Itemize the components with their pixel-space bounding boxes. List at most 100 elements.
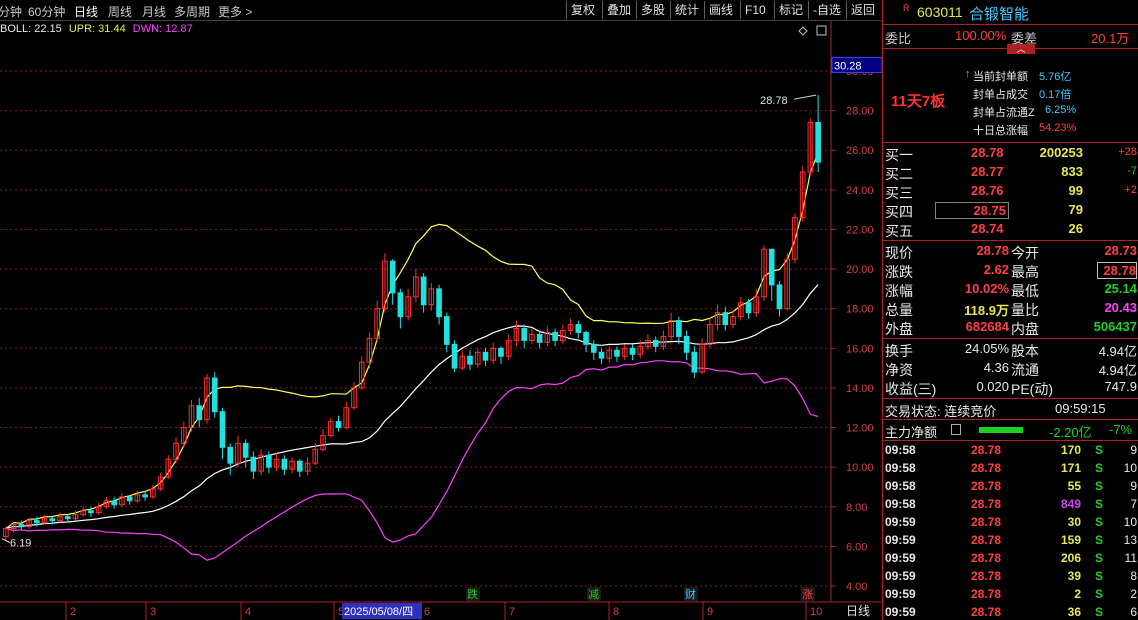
- quote-label: 最高: [1011, 264, 1039, 280]
- back-button[interactable]: 返回: [846, 1, 882, 19]
- selected-date-label: 2025/05/08/四: [344, 606, 413, 618]
- quote-label: 量比: [1011, 302, 1039, 318]
- candle-body: [196, 405, 203, 421]
- kline-chart[interactable]: 30.0028.0026.0024.0022.0020.0018.0016.00…: [0, 21, 882, 620]
- quote-value: 28.78: [976, 243, 1009, 258]
- tick-num: 11: [1124, 551, 1137, 565]
- tick-side: S: [1095, 515, 1104, 529]
- bid-label: 买二: [885, 166, 913, 182]
- bid-volume: 200253: [1039, 145, 1083, 160]
- tick-side: S: [1095, 551, 1104, 565]
- f10-button[interactable]: F10: [740, 1, 774, 19]
- high-label: 28.78: [760, 95, 788, 107]
- candle-body: [397, 292, 404, 318]
- tick-side: S: [1095, 569, 1104, 583]
- candle-body: [536, 333, 543, 343]
- bid-change: +28: [1118, 146, 1137, 158]
- tick-num: 8: [1130, 569, 1137, 583]
- tick-side: S: [1095, 461, 1104, 475]
- quote-value: 682684: [965, 319, 1009, 334]
- stats-button[interactable]: 统计: [670, 1, 704, 19]
- quote-label: 涨跌: [885, 264, 913, 280]
- candle-body: [652, 339, 659, 347]
- quote-label: 外盘: [885, 321, 913, 337]
- tick-num: 10: [1123, 461, 1137, 475]
- bid-label: 买四: [885, 204, 913, 220]
- bid-price[interactable]: 28.74: [971, 221, 1004, 236]
- price-tick-label: 14.00: [846, 383, 874, 395]
- overlay-button[interactable]: 叠加: [602, 1, 636, 19]
- draw-line-button[interactable]: 画线: [704, 1, 740, 19]
- period-more[interactable]: 更多 >: [218, 3, 252, 20]
- event-marker: 涨: [802, 588, 813, 601]
- period-minute[interactable]: 分钟: [0, 3, 22, 20]
- price-axis: 30.0028.0026.0024.0022.0020.0018.0016.00…: [831, 56, 882, 593]
- tick-price: 28.78: [971, 587, 1002, 601]
- quote-value: 506437: [1093, 319, 1137, 334]
- multi-stock-button[interactable]: 多股: [636, 1, 670, 19]
- tick-time: 09:59: [885, 551, 916, 565]
- bid-price[interactable]: 28.78: [971, 145, 1004, 160]
- mark-button[interactable]: 标记: [774, 1, 808, 19]
- weibi-value: 100.00%: [955, 28, 1007, 43]
- tick-side: S: [1095, 587, 1104, 601]
- tick-price: 28.78: [971, 461, 1002, 475]
- tick-price: 28.78: [971, 479, 1002, 493]
- period-daily[interactable]: 日线: [74, 3, 98, 20]
- bid-price[interactable]: 28.75: [935, 202, 1009, 219]
- high-pointer: [794, 94, 817, 100]
- stock-name[interactable]: 合锻智能: [969, 3, 1029, 24]
- tick-price: 28.78: [971, 569, 1002, 583]
- upr-line: [5, 152, 819, 530]
- candle-body: [614, 349, 620, 357]
- bid-volume: 79: [1068, 202, 1083, 217]
- bid-label: 买三: [885, 185, 913, 201]
- candle-body: [297, 460, 303, 472]
- tick-num: 9: [1130, 443, 1137, 457]
- tick-time: 09:59: [885, 605, 916, 619]
- watchlist-button[interactable]: -自选: [808, 1, 846, 19]
- price-tick-label: 24.00: [846, 185, 874, 197]
- tick-side: S: [1095, 605, 1104, 619]
- period-60min[interactable]: 60分钟: [28, 3, 65, 20]
- candle-body: [227, 446, 234, 464]
- candle-body: [335, 421, 342, 429]
- bid-volume: 833: [1061, 164, 1083, 179]
- quote-label: 现价: [885, 245, 913, 261]
- seal-label-3: 十日总涨幅: [973, 125, 1028, 137]
- tick-volume: 36: [1067, 605, 1081, 619]
- period-monthly[interactable]: 月线: [142, 3, 166, 20]
- tick-time: 09:59: [885, 587, 916, 601]
- date-tick-label: 10: [810, 606, 822, 618]
- price-tick-label: 22.00: [846, 224, 874, 236]
- tick-volume: 170: [1060, 443, 1081, 457]
- tick-time: 09:58: [885, 497, 916, 511]
- arrow-up-icon: ↑: [965, 68, 971, 80]
- fund-label: PE(动): [1011, 381, 1053, 397]
- candle-body: [451, 343, 458, 369]
- fuquan-button[interactable]: 复权: [566, 1, 602, 19]
- fund-label: 股本: [1011, 343, 1039, 359]
- period-weekly[interactable]: 周线: [108, 3, 132, 20]
- bid-label: 买五: [885, 223, 913, 239]
- price-tick-label: 20.00: [846, 264, 874, 276]
- collapse-icon[interactable]: ︿: [1007, 44, 1035, 54]
- event-marker: 跌: [467, 587, 478, 601]
- candle-body: [266, 454, 272, 468]
- tick-volume: 39: [1067, 569, 1081, 583]
- list-icon[interactable]: [951, 424, 961, 435]
- bid-volume: 26: [1068, 221, 1083, 236]
- candle-body: [18, 524, 25, 528]
- tick-price: 28.78: [971, 443, 1002, 457]
- period-multi[interactable]: 多周期: [174, 3, 210, 20]
- candle-body: [88, 510, 94, 514]
- quote-value: 2.62: [983, 262, 1009, 277]
- tick-side: S: [1095, 497, 1104, 511]
- tick-price: 28.78: [971, 497, 1002, 511]
- bid-price[interactable]: 28.76: [971, 183, 1004, 198]
- date-axis: 2 3 4 5 6 7 8 9 102025/05/08/四跌减财涨日线: [0, 587, 882, 620]
- candles: [3, 95, 821, 541]
- tick-price: 28.78: [971, 533, 1002, 547]
- date-tick-label: 7: [509, 606, 515, 618]
- bid-price[interactable]: 28.77: [971, 164, 1004, 179]
